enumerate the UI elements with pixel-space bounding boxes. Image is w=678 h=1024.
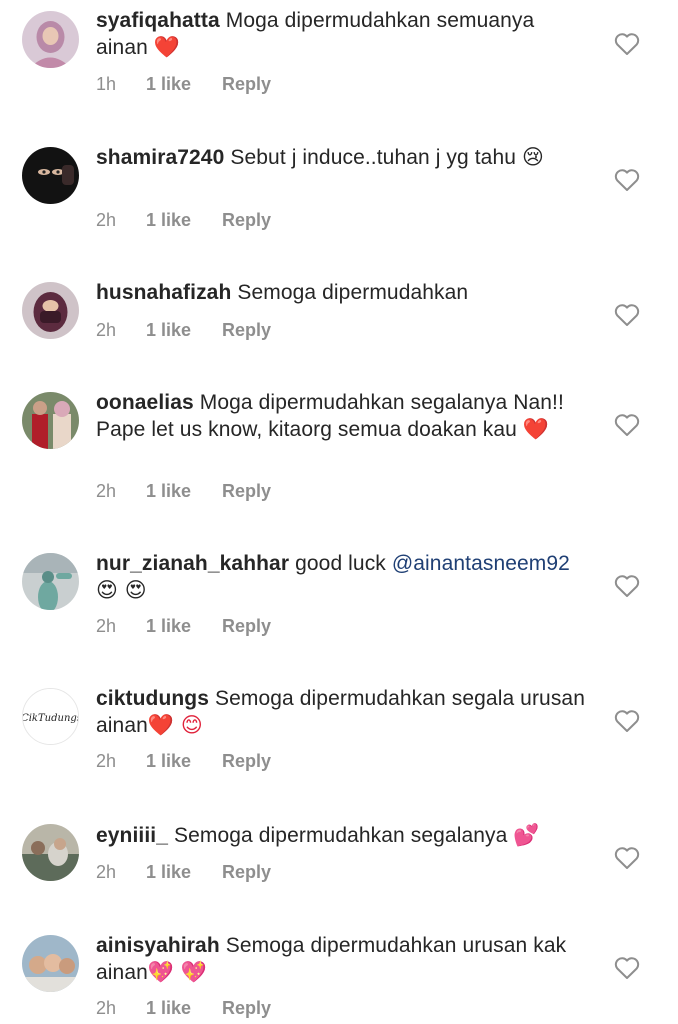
comment-time: 2h	[96, 616, 117, 636]
comment-likes[interactable]: 1 like	[146, 998, 222, 1019]
comment-time: 2h	[96, 998, 117, 1018]
avatar[interactable]	[22, 147, 79, 204]
heart-emoji: ❤️	[522, 417, 550, 441]
comment-text: eyniiii_ Semoga dipermudahkan segalanya 💕	[96, 822, 586, 849]
comment-likes[interactable]: 1 like	[146, 862, 222, 883]
comment-time: 2h	[96, 210, 117, 230]
comment-likes[interactable]: 1 like	[146, 74, 222, 95]
comment-meta: 2h 1 like Reply	[96, 998, 271, 1019]
avatar[interactable]	[22, 824, 79, 881]
comment-username[interactable]: syafiqahatta	[96, 9, 220, 32]
comment-meta: 2h 1 like Reply	[96, 481, 271, 502]
heart-outline-icon[interactable]	[614, 956, 640, 980]
reply-button[interactable]: Reply	[222, 998, 271, 1019]
reply-button[interactable]: Reply	[222, 74, 271, 95]
avatar[interactable]	[22, 11, 79, 68]
avatar[interactable]	[22, 392, 79, 449]
comment-meta: 2h 1 like Reply	[96, 862, 271, 883]
avatar[interactable]	[22, 282, 79, 339]
comment-time: 2h	[96, 481, 117, 501]
heart-outline-icon[interactable]	[614, 846, 640, 870]
comment-time: 2h	[96, 320, 117, 340]
comment-body: Semoga dipermudahkan segalanya	[174, 824, 508, 847]
heart-outline-icon[interactable]	[614, 709, 640, 733]
heart-eyes-emoji: 😍 😍	[96, 578, 147, 602]
crying-face-emoji: 😢	[521, 145, 544, 169]
comment-username[interactable]: eyniiii_	[96, 824, 168, 847]
comment-text: shamira7240 Sebut j induce..tuhan j yg ta…	[96, 144, 586, 171]
heart-outline-icon[interactable]	[614, 32, 640, 56]
comment-time: 2h	[96, 751, 117, 771]
reply-button[interactable]: Reply	[222, 862, 271, 883]
sparkling-heart-emoji: 💖 💖	[147, 960, 208, 984]
comment-likes[interactable]: 1 like	[146, 481, 222, 502]
comment-text: ciktudungs Semoga dipermudahkan segala ur…	[96, 686, 586, 739]
comment-likes[interactable]: 1 like	[146, 751, 222, 772]
comment-body: Semoga dipermudahkan	[237, 281, 469, 304]
comment-likes[interactable]: 1 like	[146, 616, 222, 637]
comment-body: good luck	[295, 552, 386, 575]
comment-likes[interactable]: 1 like	[146, 320, 222, 341]
comment-username[interactable]: oonaelias	[96, 391, 194, 414]
comment-text: ainisyahirah Semoga dipermudahkan urusan …	[96, 933, 586, 986]
heart-smile-emoji: ❤️ 😊	[147, 713, 203, 737]
reply-button[interactable]: Reply	[222, 320, 271, 341]
comment-time: 1h	[96, 74, 117, 94]
comment-meta: 2h 1 like Reply	[96, 320, 271, 341]
comment-likes[interactable]: 1 like	[146, 210, 222, 231]
reply-button[interactable]: Reply	[222, 210, 271, 231]
heart-emoji: ❤️	[153, 35, 181, 59]
two-hearts-emoji: 💕	[513, 823, 540, 847]
comment-username[interactable]: ainisyahirah	[96, 934, 220, 957]
comment-username[interactable]: ciktudungs	[96, 687, 209, 710]
mention-link[interactable]: @ainantasneem92	[392, 552, 570, 575]
comment-meta: 2h 1 like Reply	[96, 616, 271, 637]
comment-username[interactable]: shamira7240	[96, 146, 224, 169]
reply-button[interactable]: Reply	[222, 616, 271, 637]
avatar[interactable]: CikTudungs	[22, 688, 79, 745]
comment-meta: 2h 1 like Reply	[96, 751, 271, 772]
comment-text: syafiqahatta Moga dipermudahkan semuanya …	[96, 8, 586, 61]
comment-meta: 2h 1 like Reply	[96, 210, 271, 231]
comment-text: nur_zianah_kahhar good luck @ainantasneem…	[96, 551, 586, 604]
comment-text: oonaelias Moga dipermudahkan segalanya Na…	[96, 390, 586, 443]
heart-outline-icon[interactable]	[614, 168, 640, 192]
comment-text: husnahafizah Semoga dipermudahkan	[96, 280, 586, 306]
heart-outline-icon[interactable]	[614, 413, 640, 437]
comment-meta: 1h 1 like Reply	[96, 74, 271, 95]
avatar[interactable]	[22, 553, 79, 610]
comment-time: 2h	[96, 862, 117, 882]
comment-username[interactable]: nur_zianah_kahhar	[96, 552, 289, 575]
heart-outline-icon[interactable]	[614, 574, 640, 598]
reply-button[interactable]: Reply	[222, 481, 271, 502]
heart-outline-icon[interactable]	[614, 303, 640, 327]
comment-body: Sebut j induce..tuhan j yg tahu	[230, 146, 517, 169]
reply-button[interactable]: Reply	[222, 751, 271, 772]
avatar[interactable]	[22, 935, 79, 992]
avatar-logo-text: CikTudungs	[23, 713, 79, 724]
comment-username[interactable]: husnahafizah	[96, 281, 231, 304]
